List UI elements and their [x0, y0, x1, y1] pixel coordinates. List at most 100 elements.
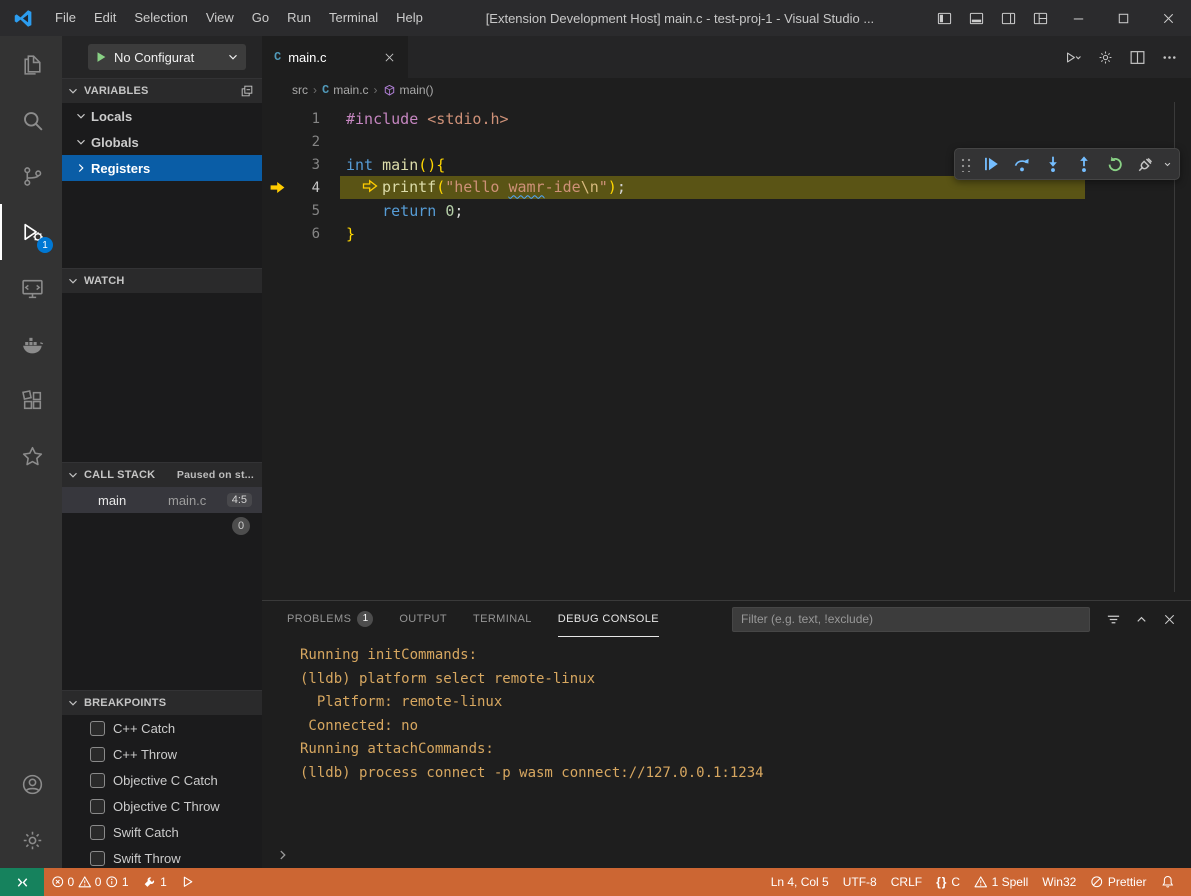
menu-file[interactable]: File	[46, 0, 85, 36]
activity-settings[interactable]	[0, 812, 62, 868]
remote-indicator[interactable]	[0, 868, 44, 896]
restart-button[interactable]	[1100, 151, 1129, 177]
breadcrumb-main-c[interactable]: Cmain.c	[322, 83, 369, 97]
activity-remote-explorer[interactable]	[0, 260, 62, 316]
continue-button[interactable]	[976, 151, 1005, 177]
activity-run-and-debug[interactable]: 1	[0, 204, 62, 260]
breakpoint-checkbox[interactable]	[90, 721, 105, 736]
language-mode[interactable]: {} C	[929, 868, 967, 896]
notifications-bell[interactable]	[1154, 868, 1182, 896]
panel-tab-terminal[interactable]: TERMINAL	[473, 601, 532, 637]
current-line-arrow-icon[interactable]	[262, 179, 292, 196]
breakpoint-checkbox[interactable]	[90, 773, 105, 788]
variables-item-locals[interactable]: Locals	[62, 103, 262, 129]
maximize-button[interactable]	[1101, 0, 1146, 36]
encoding-indicator[interactable]: UTF-8	[836, 868, 884, 896]
spell-checker-status[interactable]: 1 Spell	[967, 868, 1035, 896]
breakpoint-checkbox[interactable]	[90, 747, 105, 762]
breakpoint-checkbox[interactable]	[90, 825, 105, 840]
breakpoint-swift-catch[interactable]: Swift Catch	[62, 819, 262, 845]
settings-gear-button[interactable]	[1097, 49, 1114, 66]
code-line-1[interactable]: 1#include <stdio.h>	[262, 107, 1191, 130]
more-actions-button[interactable]	[1161, 49, 1178, 66]
inline-execution-pointer-icon[interactable]	[362, 178, 378, 198]
console-filter-input[interactable]	[732, 607, 1090, 632]
chevron-down-icon[interactable]	[1162, 159, 1173, 170]
stack-frame-row[interactable]: main main.c 4:5	[62, 487, 262, 513]
panel-tab-debug-console[interactable]: DEBUG CONSOLE	[558, 601, 659, 637]
activity-accounts[interactable]	[0, 756, 62, 812]
breakpoint-c-throw[interactable]: C++ Throw	[62, 741, 262, 767]
stack-frame-name: main	[98, 493, 168, 508]
variables-section-header[interactable]: VARIABLES	[62, 78, 262, 103]
debug-config-dropdown[interactable]: No Configurat	[88, 44, 246, 70]
breakpoints-section-title: BREAKPOINTS	[82, 697, 166, 709]
menu-run[interactable]: Run	[278, 0, 320, 36]
debug-quick-launch[interactable]	[174, 868, 202, 896]
menu-terminal[interactable]: Terminal	[320, 0, 387, 36]
console-output-line: Connected: no	[300, 715, 1191, 739]
code-line-5[interactable]: 5 return 0;	[262, 199, 1191, 222]
breakpoint-checkbox[interactable]	[90, 851, 105, 866]
step-into-button[interactable]	[1038, 151, 1067, 177]
variables-item-registers[interactable]: Registers	[62, 155, 262, 181]
panel-tab-problems[interactable]: PROBLEMS1	[287, 601, 373, 637]
activity-docker[interactable]	[0, 316, 62, 372]
tasks-status[interactable]: 1	[136, 868, 174, 896]
breadcrumb-main[interactable]: main()	[383, 83, 434, 97]
toggle-sidebar-button[interactable]	[928, 0, 960, 36]
cursor-position[interactable]: Ln 4, Col 5	[764, 868, 836, 896]
activity-source-control[interactable]	[0, 148, 62, 204]
breakpoint-objective-c-throw[interactable]: Objective C Throw	[62, 793, 262, 819]
breakpoint-checkbox[interactable]	[90, 799, 105, 814]
collapse-all-icon[interactable]	[240, 84, 254, 98]
console-output-actions-icon[interactable]	[1106, 612, 1121, 627]
watch-section-header[interactable]: WATCH	[62, 268, 262, 293]
variables-list: LocalsGlobalsRegisters	[62, 103, 262, 268]
step-out-button[interactable]	[1069, 151, 1098, 177]
start-debugging-icon[interactable]	[94, 50, 108, 64]
breakpoint-objective-c-catch[interactable]: Objective C Catch	[62, 767, 262, 793]
code-editor[interactable]: 1#include <stdio.h>23int main(){4printf(…	[262, 102, 1191, 600]
platform-indicator[interactable]: Win32	[1035, 868, 1083, 896]
debug-console-output[interactable]: Running initCommands:(lldb) platform sel…	[262, 637, 1191, 842]
call-stack-section-header[interactable]: CALL STACK Paused on st...	[62, 462, 262, 487]
toggle-secondary-sidebar-button[interactable]	[992, 0, 1024, 36]
tab-main-c[interactable]: C main.c	[262, 36, 408, 78]
activity-favorites[interactable]	[0, 428, 62, 484]
code-line-6[interactable]: 6}	[262, 222, 1191, 245]
activity-extensions[interactable]	[0, 372, 62, 428]
maximize-panel-button[interactable]	[1134, 612, 1149, 627]
breakpoints-section-header[interactable]: BREAKPOINTS	[62, 690, 262, 715]
variables-item-globals[interactable]: Globals	[62, 129, 262, 155]
close-tab-icon[interactable]	[383, 51, 396, 64]
breadcrumb-src[interactable]: src	[292, 83, 308, 97]
activity-explorer[interactable]	[0, 36, 62, 92]
run-or-debug-button[interactable]	[1065, 49, 1082, 66]
toggle-panel-button[interactable]	[960, 0, 992, 36]
menu-view[interactable]: View	[197, 0, 243, 36]
minimize-button[interactable]	[1056, 0, 1101, 36]
debug-config-toolbar: No Configurat	[62, 36, 262, 78]
customize-layout-button[interactable]	[1024, 0, 1056, 36]
prettier-status[interactable]: Prettier	[1083, 868, 1153, 896]
breakpoint-c-catch[interactable]: C++ Catch	[62, 715, 262, 741]
close-panel-button[interactable]	[1162, 612, 1177, 627]
breakpoint-swift-throw[interactable]: Swift Throw	[62, 845, 262, 868]
menu-edit[interactable]: Edit	[85, 0, 125, 36]
step-over-button[interactable]	[1007, 151, 1036, 177]
menu-help[interactable]: Help	[387, 0, 432, 36]
eol-indicator[interactable]: CRLF	[884, 868, 929, 896]
debug-console-input[interactable]	[262, 842, 1191, 868]
split-editor-button[interactable]	[1129, 49, 1146, 66]
activity-search[interactable]	[0, 92, 62, 148]
disconnect-button[interactable]	[1131, 151, 1160, 177]
menu-go[interactable]: Go	[243, 0, 278, 36]
panel-tab-output[interactable]: OUTPUT	[399, 601, 447, 637]
problems-status[interactable]: 0 0 1	[44, 868, 136, 896]
remote-icon	[15, 875, 30, 890]
toolbar-drag-handle[interactable]	[959, 156, 971, 172]
menu-selection[interactable]: Selection	[125, 0, 196, 36]
close-button[interactable]	[1146, 0, 1191, 36]
call-stack-badge-row: 0	[62, 513, 262, 539]
